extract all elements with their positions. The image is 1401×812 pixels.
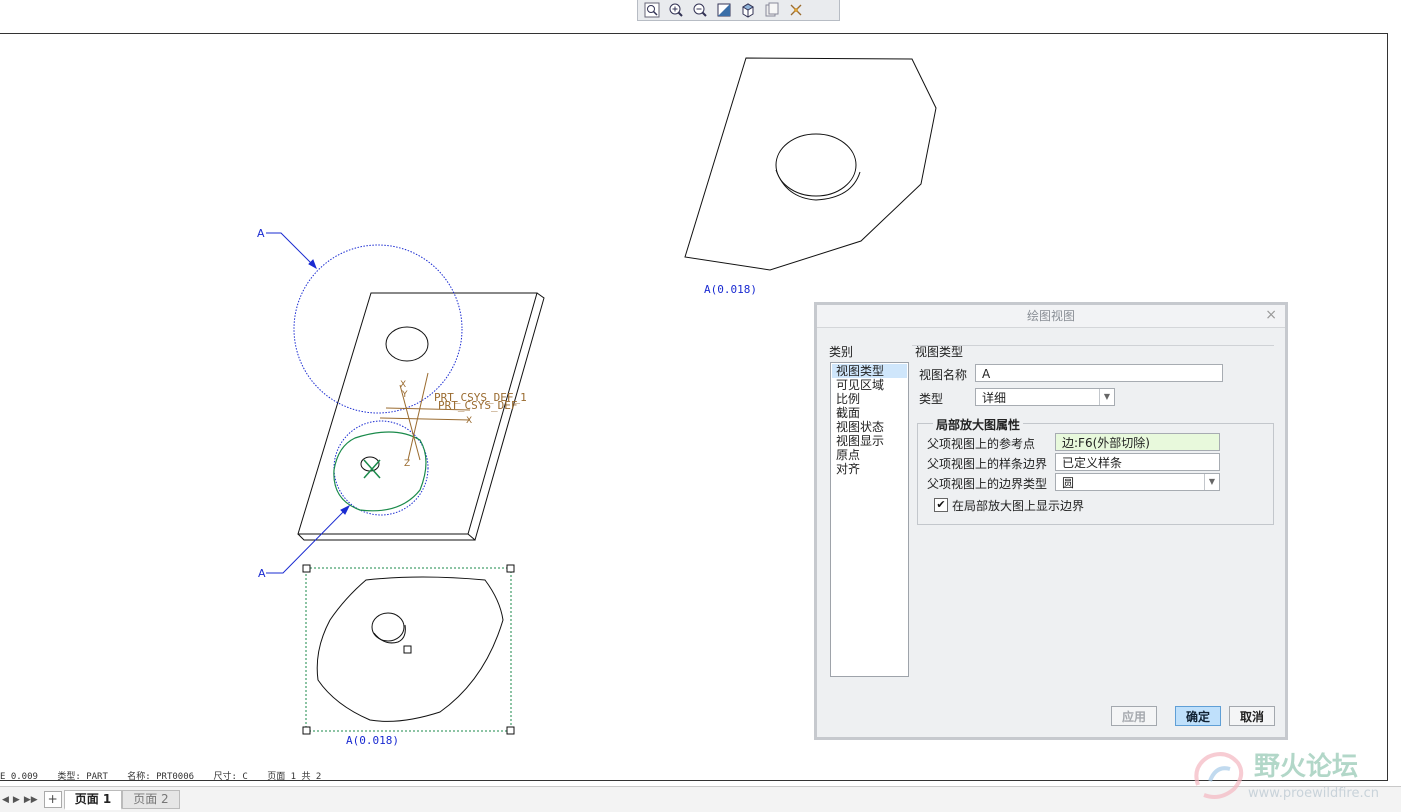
prev-page-icon[interactable]: ◀ — [2, 795, 9, 805]
page-count-text: 页面 1 共 2 — [267, 772, 322, 782]
show-boundary-checkbox[interactable]: ✔ — [934, 498, 948, 512]
axis-x-label-1: X — [400, 380, 406, 390]
apply-button[interactable]: 应用 — [1111, 706, 1157, 726]
chevron-down-icon: ▼ — [1204, 474, 1219, 490]
tab-page-2[interactable]: 页面 2 — [122, 790, 180, 809]
axis-z-label: Z — [404, 459, 410, 469]
csys-label-2: PRT_CSYS_DEF — [438, 399, 517, 412]
category-item-view-display[interactable]: 视图显示 — [831, 434, 908, 448]
detail-boundary-circle-1[interactable] — [293, 244, 463, 414]
drawing-status-line: E 0.009 类型: PART 名称: PRT0006 尺寸: C 页面 1 … — [0, 769, 335, 782]
category-item-alignment[interactable]: 对齐 — [831, 462, 908, 476]
drawing-view-dialog: 绘图视图 × 类别 视图类型 可见区域 比例 截面 视图状态 视图显示 原点 对… — [814, 302, 1288, 740]
group-title: 局部放大图属性 — [933, 416, 1024, 433]
category-item-origin[interactable]: 原点 — [831, 448, 908, 462]
last-page-icon[interactable]: ▶▶ — [24, 795, 38, 805]
category-item-view-state[interactable]: 视图状态 — [831, 420, 908, 434]
watermark-logo: 野火论坛 www.proewildfire.cn — [1190, 745, 1395, 805]
csys-marker — [379, 372, 471, 461]
category-item-view-type[interactable]: 视图类型 — [832, 364, 907, 378]
category-item-scale[interactable]: 比例 — [831, 392, 908, 406]
add-page-button[interactable]: + — [43, 791, 62, 808]
size-text: 尺寸: C — [213, 772, 248, 782]
boundary-type-value: 圆 — [1062, 476, 1075, 490]
section-divider — [912, 345, 1274, 346]
reference-point-marker — [363, 459, 381, 479]
watermark-brand: 野火论坛 — [1254, 752, 1358, 782]
cancel-button[interactable]: 取消 — [1229, 706, 1275, 726]
ref-point-field[interactable]: 边:F6(外部切除) — [1055, 433, 1220, 451]
spline-boundary-field[interactable]: 已定义样条 — [1055, 453, 1220, 471]
category-item-visible-area[interactable]: 可见区域 — [831, 378, 908, 392]
detail-view-top-right — [684, 57, 937, 271]
callout-letter-bottom: A — [258, 567, 266, 580]
axis-x-label-2: X — [466, 416, 472, 426]
watermark-url: www.proewildfire.cn — [1248, 786, 1379, 801]
type-label: 类型 — [919, 392, 944, 406]
view-label-bottom: A(0.018) — [346, 734, 399, 747]
main-view-plate — [297, 292, 545, 541]
view-label-top: A(0.018) — [704, 283, 757, 296]
dialog-title: 绘图视图 — [817, 305, 1285, 328]
boundary-type-label: 父项视图上的边界类型 — [927, 477, 1048, 491]
scale-text: E 0.009 — [0, 772, 38, 782]
axis-y-label: Y — [401, 390, 408, 400]
category-item-section[interactable]: 截面 — [831, 406, 908, 420]
close-icon[interactable]: × — [1265, 307, 1277, 323]
view-name-field[interactable]: A — [975, 364, 1223, 382]
show-boundary-label: 在局部放大图上显示边界 — [952, 499, 1085, 513]
view-name-label: 视图名称 — [919, 368, 968, 382]
tab-page-1[interactable]: 页面 1 — [63, 789, 123, 810]
name-text: 名称: PRT0006 — [127, 772, 195, 782]
boundary-type-select[interactable]: 圆 ▼ — [1055, 473, 1220, 491]
spline-boundary-label: 父项视图上的样条边界 — [927, 457, 1048, 471]
chevron-down-icon: ▼ — [1099, 389, 1114, 405]
category-list[interactable]: 视图类型 可见区域 比例 截面 视图状态 视图显示 原点 对齐 — [830, 362, 909, 677]
type-text: 类型: PART — [57, 772, 108, 782]
next-page-icon[interactable]: ▶ — [13, 795, 20, 805]
category-label: 类别 — [829, 345, 854, 359]
type-select[interactable]: 详细 ▼ — [975, 388, 1115, 406]
callout-letter-top: A — [257, 227, 265, 240]
ref-point-label: 父项视图上的参考点 — [927, 437, 1036, 451]
selection-handles — [302, 564, 515, 735]
ok-button[interactable]: 确定 — [1175, 706, 1221, 726]
type-select-value: 详细 — [982, 391, 1007, 405]
